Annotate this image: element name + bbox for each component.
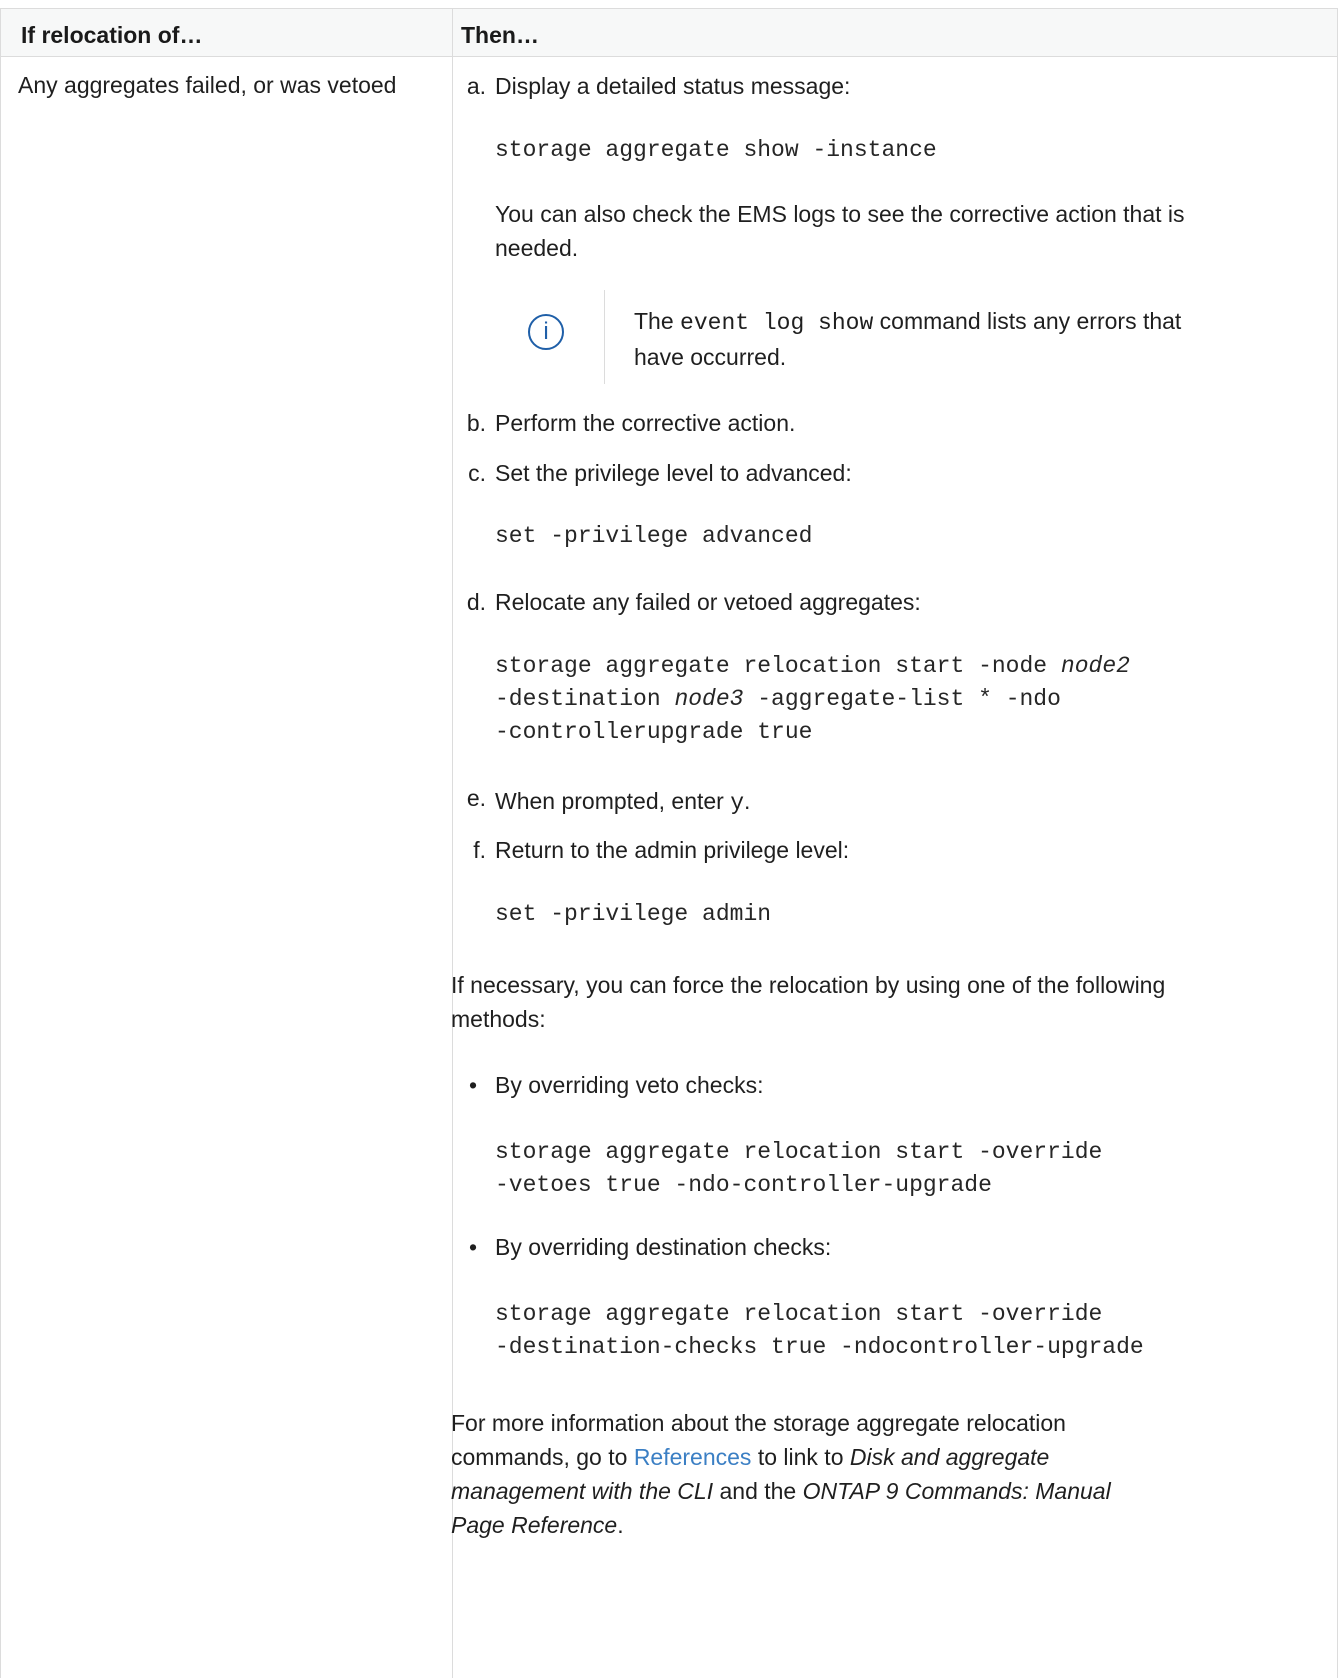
more-line3-title: management with the CLI: [451, 1478, 714, 1504]
header-condition: If relocation of…: [21, 22, 203, 48]
more-line4-period: .: [617, 1512, 624, 1538]
step-d-code-line1: storage aggregate relocation start -node…: [495, 650, 1130, 683]
step-a-marker: a.: [466, 73, 486, 99]
bullet-1-code-line2: -vetoes true -ndo-controller-upgrade: [495, 1172, 992, 1198]
more-line1: For more information about the storage a…: [451, 1410, 1066, 1436]
step-d-code-2c: -aggregate-list * -ndo: [743, 686, 1061, 712]
step-e-inline-code: y: [730, 790, 745, 816]
note-divider: [604, 290, 605, 384]
step-d-code-2a: -destination: [495, 686, 675, 712]
step-c-marker: c.: [468, 460, 486, 486]
more-line2-a: commands, go to: [451, 1444, 634, 1470]
step-e-marker: e.: [466, 785, 486, 811]
step-a-text: Display a detailed status message:: [495, 73, 851, 99]
step-e-period: .: [744, 788, 751, 814]
step-a-code: storage aggregate show -instance: [495, 137, 937, 163]
step-e-text: When prompted, enter y.: [495, 784, 750, 820]
more-line3-title2: ONTAP 9 Commands: Manual: [802, 1478, 1111, 1504]
more-line3-b: and the: [713, 1478, 803, 1504]
condition-cell: Any aggregates failed, or was vetoed: [18, 72, 397, 98]
step-d-code-node3: node3: [674, 686, 744, 712]
step-d-code-node2: node2: [1060, 653, 1130, 679]
more-line3: management with the CLI and the ONTAP 9 …: [451, 1474, 1111, 1508]
step-d-marker: d.: [466, 589, 486, 615]
more-line2-b: to link to: [751, 1444, 850, 1470]
step-a-paragraph: You can also check the EMS logs to see t…: [495, 201, 1185, 261]
header-action: Then…: [461, 22, 539, 48]
bullet-2-code-line1: storage aggregate relocation start -over…: [495, 1301, 1103, 1327]
step-f-code: set -privilege admin: [495, 901, 772, 927]
note-inline-code: event log show: [680, 310, 874, 336]
info-icon: i: [528, 314, 564, 350]
bullet-1-marker: •: [469, 1072, 478, 1098]
step-c-text: Set the privilege level to advanced:: [495, 460, 852, 486]
more-line2: commands, go to References to link to Di…: [451, 1440, 1049, 1474]
bullet-2-code-line2: -destination-checks true -ndocontroller-…: [495, 1334, 1144, 1360]
note-text-before: The: [634, 308, 681, 334]
bullet-2-text: By overriding destination checks:: [495, 1234, 832, 1260]
more-line2-title: Disk and aggregate: [849, 1444, 1050, 1470]
step-d-code-line3: -controllerupgrade true: [495, 719, 813, 745]
force-intro: If necessary, you can force the relocati…: [451, 972, 1166, 1032]
bullet-1-text: By overriding veto checks:: [495, 1072, 764, 1098]
step-e-text-main: When prompted, enter: [495, 788, 731, 814]
step-d-code-1a: storage aggregate relocation start -node: [495, 653, 1061, 679]
step-f-text: Return to the admin privilege level:: [495, 837, 850, 863]
more-line4-title: Page Reference: [451, 1512, 618, 1538]
bullet-2-marker: •: [469, 1234, 478, 1260]
table-header: If relocation of… Then…: [0, 8, 1338, 57]
step-b-marker: b.: [466, 410, 486, 436]
table-border-left: [0, 8, 1, 1678]
relocation-table: If relocation of… Then… Any aggregates f…: [0, 8, 1338, 1678]
references-link[interactable]: References: [634, 1444, 752, 1470]
bullet-1-code-line1: storage aggregate relocation start -over…: [495, 1139, 1103, 1165]
step-d-text: Relocate any failed or vetoed aggregates…: [495, 589, 921, 615]
note-text: The event log show command lists any err…: [634, 304, 1234, 374]
step-d-code-line2: -destination node3 -aggregate-list * -nd…: [495, 683, 1061, 716]
step-f-marker: f.: [473, 837, 486, 863]
step-c-code: set -privilege advanced: [495, 523, 813, 549]
step-b-text: Perform the corrective action.: [495, 410, 796, 436]
more-line4: Page Reference.: [451, 1508, 624, 1542]
